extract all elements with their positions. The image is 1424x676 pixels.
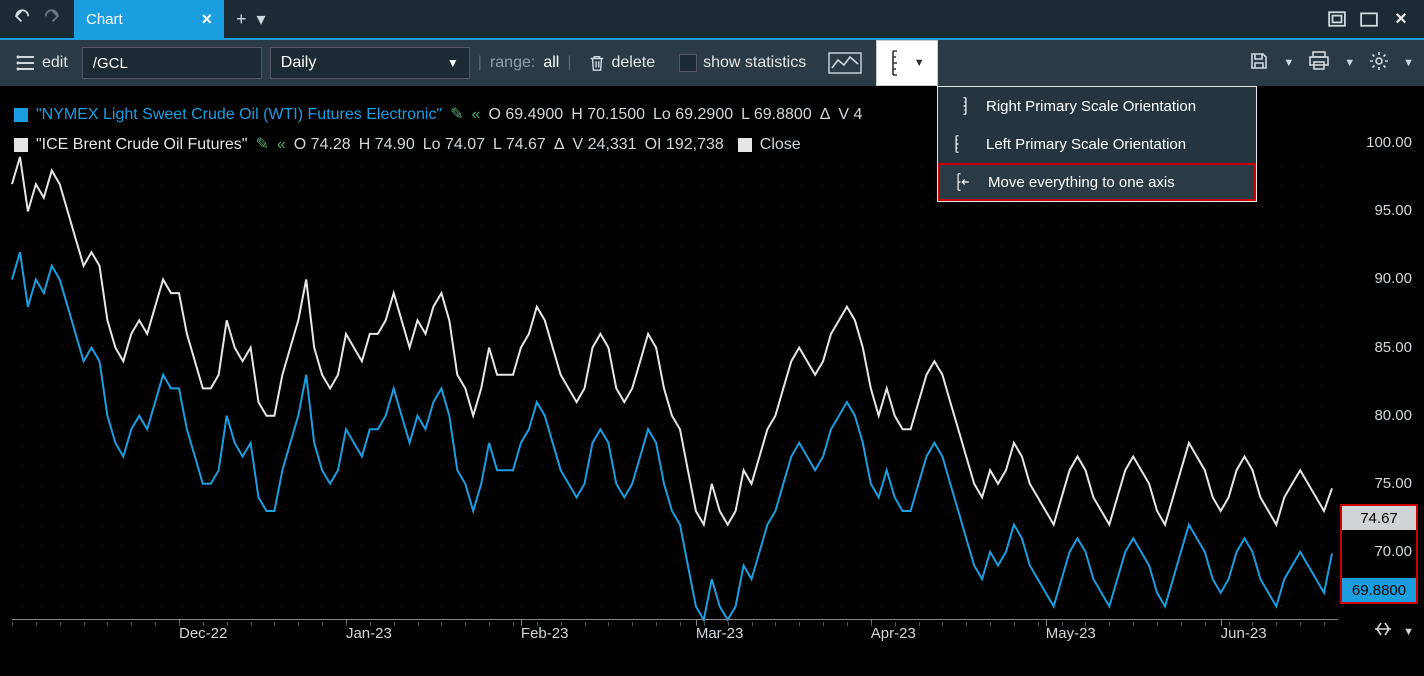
chevron-down-icon[interactable]: ▼: [1403, 57, 1414, 69]
x-tick-label: Jun-23: [1221, 625, 1267, 642]
interval-combo[interactable]: Daily ▼: [270, 47, 470, 79]
back-icon[interactable]: [14, 8, 32, 31]
x-tick-label: Dec-22: [179, 625, 227, 642]
chevron-down-icon: ▼: [914, 57, 925, 69]
range-label: range:: [490, 54, 535, 72]
y-tick-label: 80.00: [1374, 407, 1412, 424]
checkbox-icon: [679, 54, 697, 72]
price-tag-series2: 74.67: [1342, 506, 1416, 530]
series-line: [12, 252, 1332, 620]
show-stats-label: show statistics: [703, 54, 806, 72]
window-close-icon[interactable]: ×: [1392, 10, 1410, 28]
x-tick-label: May-23: [1046, 625, 1096, 642]
save-icon[interactable]: [1249, 51, 1269, 76]
menu-item-label: Right Primary Scale Orientation: [986, 98, 1196, 115]
y-tick-label: 100.00: [1366, 134, 1412, 151]
x-tick-label: Apr-23: [871, 625, 916, 642]
chevron-down-icon[interactable]: ▼: [1283, 57, 1294, 69]
edit-label: edit: [42, 54, 68, 72]
tab-menu-icon[interactable]: ▾: [257, 9, 266, 30]
chart-type-button[interactable]: [822, 48, 868, 78]
y-tick-label: 90.00: [1374, 270, 1412, 287]
series-line: [12, 157, 1332, 525]
symbol-input[interactable]: [82, 47, 262, 79]
print-icon[interactable]: [1308, 51, 1330, 76]
menu-item-label: Left Primary Scale Orientation: [986, 136, 1186, 153]
delete-label: delete: [612, 54, 656, 72]
menu-item-move-one-axis[interactable]: Move everything to one axis: [938, 163, 1256, 201]
show-statistics-toggle[interactable]: show statistics: [671, 50, 814, 76]
edit-button[interactable]: edit: [10, 49, 74, 77]
y-tick-label: 95.00: [1374, 202, 1412, 219]
forward-icon[interactable]: [42, 8, 60, 31]
fit-axis-icon[interactable]: [1373, 620, 1393, 643]
x-tick-label: Feb-23: [521, 625, 569, 642]
close-icon[interactable]: ×: [201, 9, 212, 30]
tab-chart[interactable]: Chart ×: [74, 0, 224, 38]
x-tick-label: Mar-23: [696, 625, 744, 642]
range-value[interactable]: all: [543, 54, 559, 72]
y-tick-label: 85.00: [1374, 339, 1412, 356]
chevron-down-icon[interactable]: ▼: [1403, 626, 1414, 638]
add-tab-icon[interactable]: +: [236, 9, 247, 30]
chevron-down-icon: ▼: [447, 56, 459, 70]
maximize-icon[interactable]: [1360, 10, 1378, 28]
layout-icon[interactable]: [1328, 10, 1346, 28]
chevron-down-icon[interactable]: ▼: [1344, 57, 1355, 69]
tab-label: Chart: [86, 11, 123, 28]
menu-item-label: Move everything to one axis: [988, 174, 1175, 191]
interval-value: Daily: [281, 54, 317, 72]
scale-orientation-combo[interactable]: ▼: [876, 40, 938, 86]
gear-icon[interactable]: [1369, 51, 1389, 76]
delete-button[interactable]: delete: [580, 50, 664, 76]
menu-item-right-scale[interactable]: Right Primary Scale Orientation: [938, 87, 1256, 125]
menu-item-left-scale[interactable]: Left Primary Scale Orientation: [938, 125, 1256, 163]
x-axis: [12, 619, 1338, 620]
x-tick-label: Jan-23: [346, 625, 392, 642]
price-tag-series1: 69.8800: [1342, 578, 1416, 602]
y-tick-label: 75.00: [1374, 475, 1412, 492]
scale-dropdown-menu: Right Primary Scale Orientation Left Pri…: [937, 86, 1257, 202]
